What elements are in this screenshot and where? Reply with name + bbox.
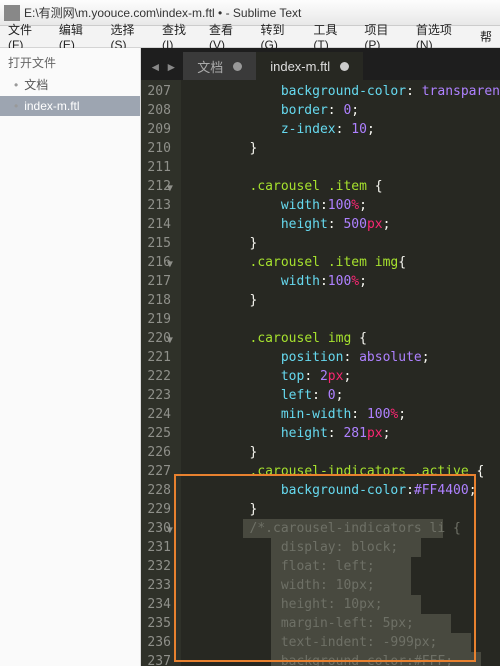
tab-prev-icon[interactable]: ◄ — [149, 60, 161, 74]
sidebar-item[interactable]: index-m.ftl — [0, 96, 140, 116]
gutter: 207208209210211212▼213214215216▼21721821… — [141, 80, 180, 666]
code-content[interactable]: background-color: transparen border: 0; … — [181, 80, 500, 666]
tab-label: 文档 — [197, 57, 223, 76]
tab[interactable]: index-m.ftl — [256, 52, 363, 80]
sidebar-item[interactable]: 文档 — [0, 73, 140, 96]
menu-help[interactable]: 帮 — [474, 26, 498, 47]
dirty-indicator-icon — [233, 62, 242, 71]
editor-area: ◄ ► 文档 index-m.ftl 207208209210211212▼21… — [141, 48, 500, 666]
tab-label: index-m.ftl — [270, 59, 330, 74]
sidebar: 打开文件 文档 index-m.ftl — [0, 48, 141, 666]
tab[interactable]: 文档 — [183, 52, 256, 80]
code-editor[interactable]: 207208209210211212▼213214215216▼21721821… — [141, 80, 500, 666]
tab-next-icon[interactable]: ► — [165, 60, 177, 74]
sidebar-header: 打开文件 — [0, 48, 140, 73]
tabbar: ◄ ► 文档 index-m.ftl — [141, 48, 500, 80]
dirty-indicator-icon — [340, 62, 349, 71]
menubar[interactable]: 文件(F) 编辑(E) 选择(S) 查找(I) 查看(V) 转到(G) 工具(T… — [0, 26, 500, 48]
